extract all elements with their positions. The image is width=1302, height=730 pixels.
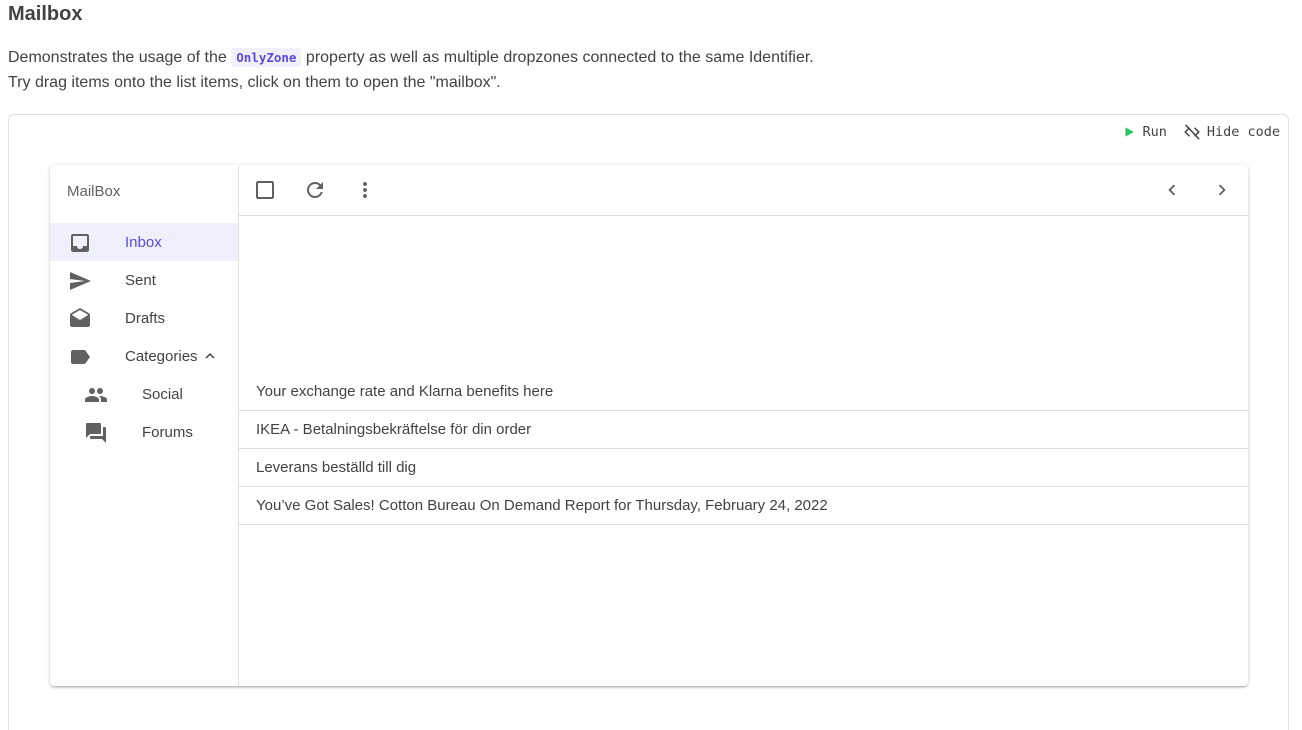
description-text-end: property as well as multiple dropzones c… <box>301 49 814 66</box>
nav-item-forums[interactable]: Forums <box>50 413 238 451</box>
nav-label-categories: Categories <box>125 347 198 365</box>
previous-page-button[interactable] <box>1159 177 1185 203</box>
nav-item-social[interactable]: Social <box>50 375 238 413</box>
nav-label-sent: Sent <box>125 271 156 289</box>
nav-item-inbox[interactable]: Inbox <box>50 223 238 261</box>
code-off-icon <box>1184 124 1200 140</box>
description-line-2: Try drag items onto the list items, clic… <box>8 74 501 91</box>
mail-toolbar <box>239 165 1248 216</box>
mail-subject: Leverans beställd till dig <box>256 459 417 476</box>
mailbox-title: MailBox <box>67 183 121 200</box>
forum-icon <box>86 423 106 443</box>
onlyzone-code: OnlyZone <box>231 48 302 67</box>
mail-item[interactable]: Your exchange rate and Klarna benefits h… <box>239 373 1248 411</box>
people-icon <box>85 388 107 402</box>
nav-item-sent[interactable]: Sent <box>50 261 238 299</box>
mail-subject: Your exchange rate and Klarna benefits h… <box>256 383 554 400</box>
description-text: Demonstrates the usage of the <box>8 49 232 66</box>
hide-code-label: Hide code <box>1206 124 1280 140</box>
chevron-up-icon[interactable] <box>201 347 219 365</box>
label-icon <box>71 350 90 364</box>
refresh-button[interactable] <box>302 177 328 203</box>
run-label: Run <box>1142 124 1167 140</box>
mail-subject: IKEA - Betalningsbekräftelse för din ord… <box>256 421 532 438</box>
mailbox-panel: MailBox Inbox Sent Drafts Categories Soc… <box>50 165 1248 686</box>
drafts-icon <box>70 308 90 327</box>
example-container: Run Hide code MailBox Inbox Sent Drafts <box>8 114 1289 730</box>
mail-subject: You’ve Got Sales! Cotton Bureau On Deman… <box>256 497 828 514</box>
page-title: Mailbox <box>8 3 83 25</box>
checkbox-icon <box>256 181 274 199</box>
more-options-button[interactable] <box>352 177 378 203</box>
mailbox-sidebar: MailBox Inbox Sent Drafts Categories Soc… <box>50 165 239 686</box>
nav-item-categories[interactable]: Categories <box>50 337 238 375</box>
more-vert-icon <box>363 182 367 198</box>
run-button[interactable]: Run <box>1122 124 1167 140</box>
nav-label-forums: Forums <box>142 423 193 441</box>
nav-label-social: Social <box>142 385 183 403</box>
select-all-checkbox[interactable] <box>252 177 278 203</box>
mail-item[interactable]: You’ve Got Sales! Cotton Bureau On Deman… <box>239 487 1248 525</box>
chevron-left-icon <box>1168 184 1176 196</box>
description: Demonstrates the usage of the OnlyZone p… <box>8 45 814 95</box>
chevron-right-icon <box>1218 184 1226 196</box>
mail-item[interactable]: IKEA - Betalningsbekräftelse för din ord… <box>239 411 1248 449</box>
play-icon <box>1125 127 1135 137</box>
next-page-button[interactable] <box>1209 177 1235 203</box>
mailbox-content: Your exchange rate and Klarna benefits h… <box>239 165 1248 686</box>
inbox-icon <box>71 234 89 252</box>
mail-item[interactable]: Leverans beställd till dig <box>239 449 1248 487</box>
nav-item-drafts[interactable]: Drafts <box>50 299 238 337</box>
mail-list: Your exchange rate and Klarna benefits h… <box>239 373 1248 525</box>
refresh-icon <box>307 182 323 198</box>
code-toolbar: Run Hide code <box>1122 123 1280 141</box>
hide-code-button[interactable]: Hide code <box>1183 123 1280 141</box>
mailbox-nav: Inbox Sent Drafts Categories Social Foru… <box>50 223 238 451</box>
nav-label-inbox: Inbox <box>125 233 162 251</box>
send-icon <box>70 272 91 290</box>
nav-label-drafts: Drafts <box>125 309 166 327</box>
